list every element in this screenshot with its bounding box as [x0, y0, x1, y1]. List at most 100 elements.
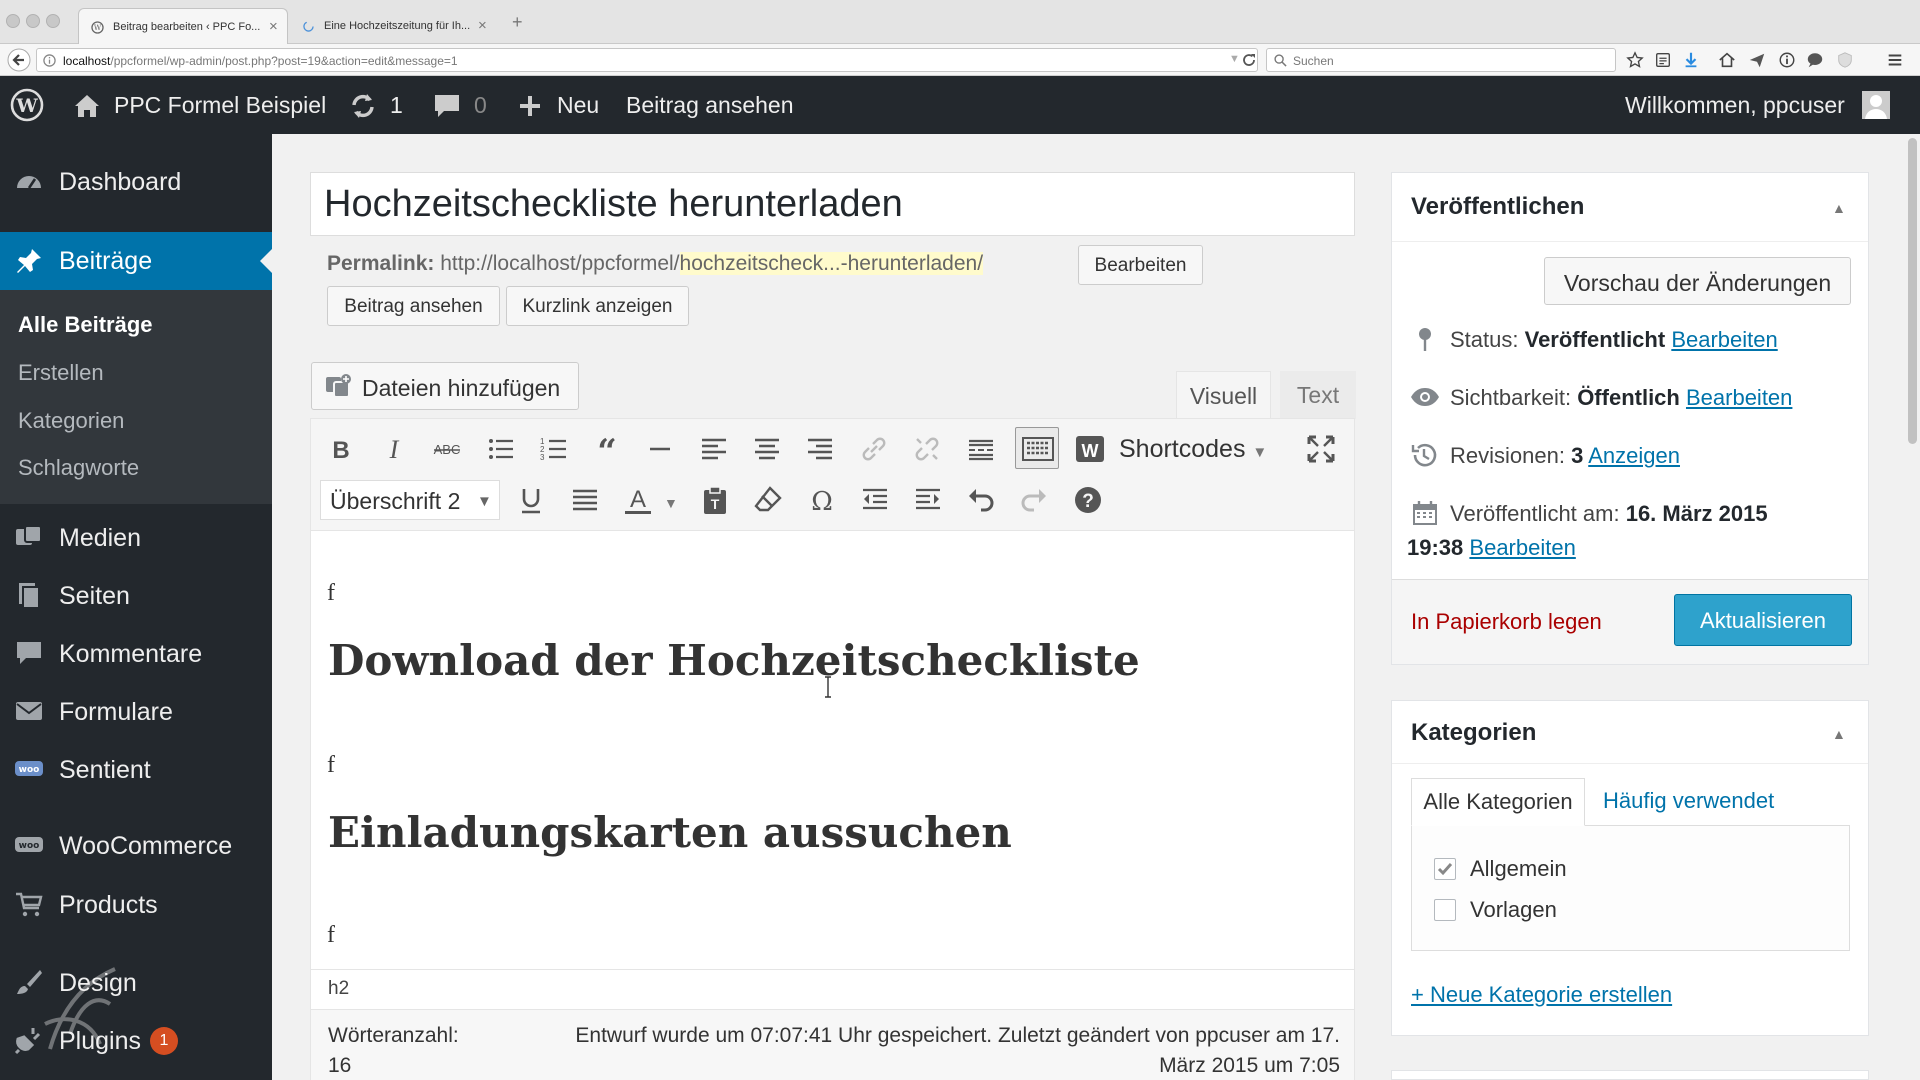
reload-icon[interactable] — [1241, 52, 1257, 68]
browser-search-input[interactable]: Suchen — [1266, 48, 1616, 72]
site-info-icon[interactable] — [43, 54, 56, 67]
paste-as-text-icon[interactable]: T — [697, 482, 733, 518]
align-left-icon[interactable] — [696, 431, 732, 467]
window-minimize-button[interactable] — [26, 14, 40, 28]
align-center-icon[interactable] — [749, 431, 785, 467]
revisions-show-link[interactable]: Anzeigen — [1588, 443, 1680, 468]
post-title-input[interactable]: Hochzeitscheckliste herunterladen — [310, 172, 1355, 236]
sidebar-item-dashboard[interactable]: Dashboard — [0, 164, 272, 204]
avatar[interactable] — [1862, 91, 1890, 119]
unlink-icon[interactable] — [909, 431, 945, 467]
italic-icon[interactable]: I — [376, 431, 412, 467]
tab-popular-categories[interactable]: Häufig verwendet — [1603, 788, 1774, 814]
submenu-item-new-post[interactable]: Erstellen — [18, 360, 104, 386]
text-color-icon[interactable]: A — [620, 482, 656, 518]
hamburger-menu-icon[interactable] — [1886, 51, 1904, 69]
add-new-category-link[interactable]: + Neue Kategorie erstellen — [1411, 982, 1672, 1008]
blockquote-icon[interactable]: “ — [589, 431, 625, 467]
home-icon[interactable] — [1718, 51, 1736, 69]
collapse-arrow-icon[interactable]: ▲ — [1832, 200, 1846, 216]
reading-list-icon[interactable] — [1654, 51, 1672, 69]
category-checkbox[interactable] — [1434, 858, 1456, 880]
tab-close-icon[interactable]: × — [269, 18, 278, 35]
add-media-button[interactable]: Dateien hinzufügen — [311, 362, 579, 410]
clear-formatting-icon[interactable] — [750, 482, 786, 518]
sidebar-item-forms[interactable]: Formulare — [0, 692, 272, 732]
paragraph[interactable]: f — [327, 580, 335, 607]
url-field[interactable]: localhost/ppcformel/wp-admin/post.php?po… — [36, 48, 1258, 72]
comment-icon[interactable] — [432, 91, 462, 121]
paragraph[interactable]: f — [327, 922, 335, 949]
shield-icon[interactable] — [1836, 51, 1854, 69]
bookmark-star-icon[interactable] — [1626, 51, 1644, 69]
sidebar-item-products[interactable]: Products — [0, 885, 272, 925]
download-icon[interactable] — [1682, 51, 1700, 69]
sidebar-item-media[interactable]: Medien — [0, 518, 272, 558]
view-post-button[interactable]: Beitrag ansehen — [327, 286, 500, 326]
update-button[interactable]: Aktualisieren — [1674, 594, 1852, 646]
align-right-icon[interactable] — [802, 431, 838, 467]
outdent-icon[interactable] — [857, 482, 893, 518]
info-icon[interactable] — [1778, 51, 1796, 69]
window-zoom-button[interactable] — [46, 14, 60, 28]
submenu-item-tags[interactable]: Schlagworte — [18, 455, 139, 481]
new-content-link[interactable]: Neu — [557, 92, 599, 119]
sidebar-item-pages[interactable]: Seiten — [0, 576, 272, 616]
shortlink-button[interactable]: Kurzlink anzeigen — [506, 286, 689, 326]
justify-icon[interactable] — [567, 482, 603, 518]
shortcodes-icon[interactable]: W — [1072, 431, 1108, 467]
tab-visual[interactable]: Visuell — [1176, 371, 1271, 419]
sidebar-item-comments[interactable]: Kommentare — [0, 634, 272, 674]
scrollbar-thumb[interactable] — [1908, 138, 1917, 444]
back-arrow-icon[interactable] — [6, 48, 32, 72]
horizontal-line-icon[interactable] — [642, 431, 678, 467]
submenu-item-all-posts[interactable]: Alle Beiträge — [18, 312, 153, 338]
toolbar-toggle-button[interactable] — [1015, 427, 1059, 469]
strikethrough-icon[interactable]: ABC — [429, 431, 465, 467]
new-tab-icon[interactable]: + — [512, 12, 523, 33]
sidebar-item-sentient[interactable]: woo Sentient — [0, 750, 272, 790]
permalink-edit-button[interactable]: Bearbeiten — [1078, 245, 1203, 285]
window-close-button[interactable] — [6, 14, 20, 28]
redo-icon[interactable] — [1016, 482, 1052, 518]
heading-2[interactable]: Download der Hochzeitscheckliste — [328, 636, 1140, 685]
page-scrollbar[interactable] — [1905, 134, 1920, 1080]
tab-close-icon[interactable]: × — [478, 17, 487, 34]
trash-link[interactable]: In Papierkorb legen — [1411, 609, 1602, 635]
help-icon[interactable]: ? — [1070, 482, 1106, 518]
fullscreen-icon[interactable] — [1303, 431, 1339, 467]
shortcodes-dropdown[interactable]: Shortcodes ▼ — [1119, 435, 1267, 464]
published-edit-link[interactable]: Bearbeiten — [1469, 535, 1575, 560]
indent-icon[interactable] — [910, 482, 946, 518]
tab-text[interactable]: Text — [1280, 371, 1356, 419]
undo-icon[interactable] — [963, 482, 999, 518]
underline-icon[interactable] — [513, 482, 549, 518]
chevron-down-icon[interactable]: ▼ — [664, 495, 678, 511]
status-edit-link[interactable]: Bearbeiten — [1671, 327, 1777, 352]
element-path[interactable]: h2 — [328, 978, 349, 1000]
sidebar-item-woocommerce[interactable]: woo WooCommerce — [0, 826, 272, 866]
sidebar-item-posts[interactable]: Beiträge — [0, 232, 272, 290]
bullet-list-icon[interactable] — [483, 431, 519, 467]
bold-icon[interactable]: B — [323, 431, 359, 467]
plus-icon[interactable] — [515, 91, 545, 121]
tab-all-categories[interactable]: Alle Kategorien — [1411, 778, 1585, 826]
insert-link-icon[interactable] — [856, 431, 892, 467]
chat-icon[interactable] — [1806, 51, 1824, 69]
updates-count[interactable]: 1 — [390, 92, 403, 119]
format-select[interactable]: Überschrift 2 ▼ — [320, 480, 500, 520]
numbered-list-icon[interactable]: 123 — [536, 431, 572, 467]
permalink-slug[interactable]: hochzeitscheck...-herunterladen/ — [679, 252, 984, 275]
special-character-icon[interactable]: Ω — [804, 482, 840, 518]
visibility-edit-link[interactable]: Bearbeiten — [1686, 385, 1792, 410]
updates-icon[interactable] — [348, 91, 378, 121]
view-post-link[interactable]: Beitrag ansehen — [626, 92, 794, 119]
preview-changes-button[interactable]: Vorschau der Änderungen — [1544, 257, 1851, 305]
url-dropdown-icon[interactable]: ▼ — [1229, 53, 1240, 65]
wordpress-logo-icon[interactable]: W — [10, 88, 44, 122]
editor-content-area[interactable]: f Download der Hochzeitscheckliste f Ein… — [311, 531, 1354, 961]
send-icon[interactable] — [1748, 51, 1766, 69]
paragraph[interactable]: f — [327, 752, 335, 779]
read-more-icon[interactable] — [963, 431, 999, 467]
welcome-user-link[interactable]: Willkommen, ppcuser — [1625, 92, 1845, 119]
